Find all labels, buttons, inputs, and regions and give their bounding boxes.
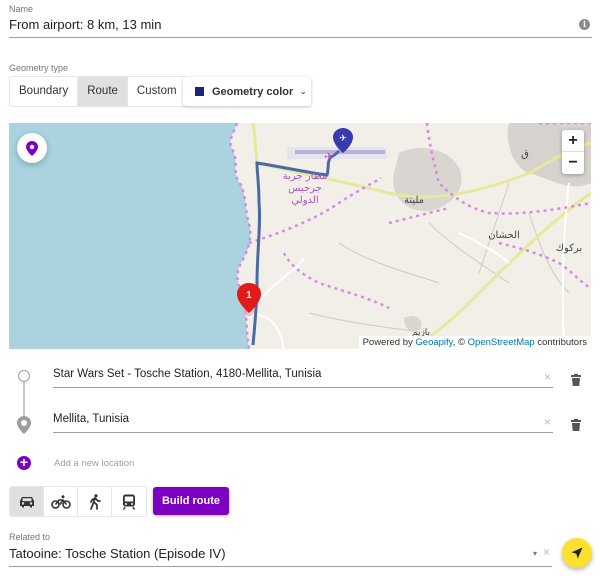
route-marker-label: 1 [246, 290, 252, 301]
waypoint-1-clear-icon[interactable]: × [544, 370, 551, 384]
name-label: Name [9, 4, 34, 14]
map-tiles: مطار جربة جرجيس الدولي ✈ مليتة الحشان بر… [9, 123, 591, 349]
waypoint-start-icon [18, 370, 30, 382]
navigation-arrow-icon [571, 547, 583, 559]
name-input[interactable]: From airport: 8 km, 13 min [9, 17, 161, 32]
related-select[interactable]: Tatooine: Tosche Station (Episode IV) [9, 546, 226, 561]
build-route-button[interactable]: Build route [153, 487, 229, 515]
add-location-icon[interactable]: + [17, 455, 31, 470]
color-swatch [195, 87, 204, 96]
travel-mode-bicycle[interactable] [44, 487, 78, 516]
travel-mode-drive[interactable] [10, 487, 44, 516]
airport-icon: ✈ [324, 150, 334, 164]
attribution-text: , © [452, 337, 468, 348]
geometry-type-label: Geometry type [9, 63, 69, 73]
geometry-type-route[interactable]: Route [78, 77, 128, 106]
map-locate-button[interactable] [17, 133, 47, 163]
attribution-text: contributors [534, 337, 587, 348]
travel-mode-transit[interactable] [112, 487, 146, 516]
geometry-color-button[interactable]: Geometry color ⌄ [183, 77, 311, 106]
add-location-input[interactable]: Add a new location [54, 458, 134, 469]
location-pin-icon [26, 140, 38, 156]
dropdown-caret-icon[interactable]: ▾ [533, 549, 537, 558]
waypoint-input-1[interactable]: Star Wars Set - Tosche Station, 4180-Mel… [53, 368, 553, 388]
waypoint-2-delete-icon[interactable] [571, 419, 581, 431]
map-place-label: مليتة [404, 195, 424, 206]
waypoint-1-delete-icon[interactable] [571, 374, 581, 386]
train-icon [122, 494, 136, 510]
map-place-label: ق [521, 149, 529, 160]
zoom-control: + − [562, 130, 584, 174]
osm-link[interactable]: OpenStreetMap [468, 337, 535, 348]
map-place-label: بركوك [556, 243, 582, 254]
car-icon [19, 496, 34, 507]
related-label: Related to [9, 532, 51, 542]
geometry-type-selector: Boundary Route Custom [9, 76, 187, 107]
map-place-label: الحشان [488, 230, 520, 241]
travel-mode-selector [9, 486, 147, 517]
svg-text:✈: ✈ [339, 133, 347, 143]
name-underline [9, 37, 592, 38]
travel-mode-walk[interactable] [78, 487, 112, 516]
waypoint-connector [23, 381, 25, 419]
waypoint-value: Mellita, Tunisia [53, 413, 130, 425]
related-underline [9, 566, 552, 567]
navigate-fab-button[interactable] [562, 538, 592, 568]
map-place-label: مطار جربة [283, 171, 327, 182]
waypoint-input-2[interactable]: Mellita, Tunisia [53, 413, 553, 433]
map[interactable]: مطار جربة جرجيس الدولي ✈ مليتة الحشان بر… [9, 123, 591, 349]
map-place-label: جرجيس [288, 183, 322, 194]
zoom-in-button[interactable]: + [562, 130, 584, 152]
attribution-text: Powered by [362, 337, 416, 348]
waypoint-2-clear-icon[interactable]: × [544, 415, 551, 429]
bicycle-icon [50, 494, 71, 509]
related-clear-icon[interactable]: × [543, 545, 550, 559]
geometry-type-custom[interactable]: Custom [128, 77, 186, 106]
map-attribution: Powered by Geoapify, © OpenStreetMap con… [358, 336, 591, 349]
geometry-type-boundary[interactable]: Boundary [10, 77, 79, 106]
sea [9, 123, 251, 349]
zoom-out-button[interactable]: − [562, 152, 584, 174]
geometry-color-label: Geometry color [212, 85, 294, 98]
waypoint-value: Star Wars Set - Tosche Station, 4180-Mel… [53, 368, 322, 380]
geoapify-link[interactable]: Geoapify [415, 337, 452, 348]
waypoint-end-pin-icon [17, 416, 31, 434]
info-icon[interactable]: i [579, 19, 590, 30]
walk-icon [89, 493, 101, 510]
map-place-label: الدولي [291, 195, 318, 206]
chevron-down-icon: ⌄ [299, 86, 307, 96]
